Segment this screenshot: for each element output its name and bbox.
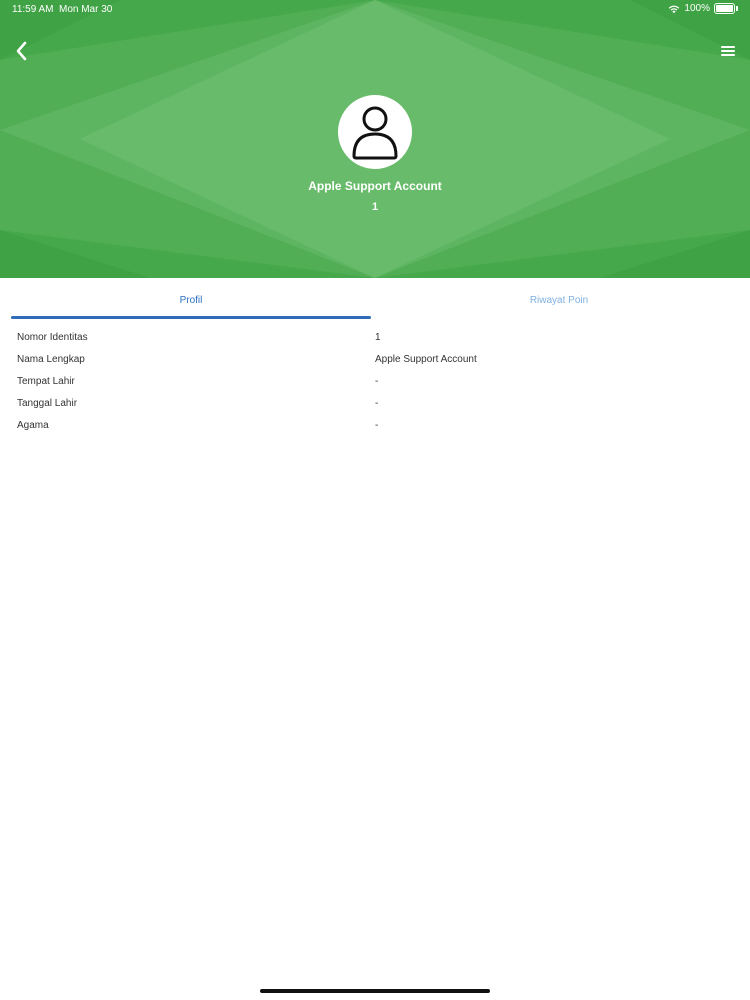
info-value: - [375,398,379,409]
menu-button[interactable] [718,42,738,60]
info-label: Tanggal Lahir [17,398,78,409]
info-row-tanggal-lahir: Tanggal Lahir - [0,392,750,414]
info-row-tempat-lahir: Tempat Lahir - [0,370,750,392]
profile-screen: 11:59 AM Mon Mar 30 100% Apple Support A… [0,0,750,1000]
hamburger-menu-icon [721,46,735,56]
info-row-agama: Agama - [0,414,750,436]
info-value: 1 [375,332,381,343]
wifi-icon [669,5,680,13]
back-button[interactable] [10,39,34,63]
info-row-nomor-identitas: Nomor Identitas 1 [0,326,750,348]
info-label: Nama Lengkap [17,354,85,365]
info-label: Tempat Lahir [17,376,75,387]
profile-header: 11:59 AM Mon Mar 30 100% Apple Support A… [0,0,750,278]
info-label: Agama [17,420,49,431]
status-bar: 11:59 AM Mon Mar 30 100% [0,0,750,18]
home-indicator[interactable] [260,989,490,993]
chevron-left-icon [16,41,27,61]
tab-bar: Profil Riwayat Poin [0,278,750,322]
battery-icon [714,3,738,14]
active-tab-indicator [11,316,371,319]
battery-percent: 100% [684,3,710,14]
info-value: - [375,420,379,431]
status-right: 100% [668,3,738,14]
info-value: - [375,376,379,387]
info-label: Nomor Identitas [17,332,88,343]
info-row-nama-lengkap: Nama Lengkap Apple Support Account [0,348,750,370]
tab-riwayat-poin[interactable]: Riwayat Poin [379,278,739,322]
info-value: Apple Support Account [375,354,477,365]
status-date: Mon Mar 30 [59,4,113,15]
user-outline-icon [352,106,398,160]
profile-name: Apple Support Account [308,179,442,193]
avatar [338,95,412,169]
status-time: 11:59 AM [12,4,54,15]
profile-id: 1 [371,201,379,213]
profile-info-list: Nomor Identitas 1 Nama Lengkap Apple Sup… [0,326,750,436]
